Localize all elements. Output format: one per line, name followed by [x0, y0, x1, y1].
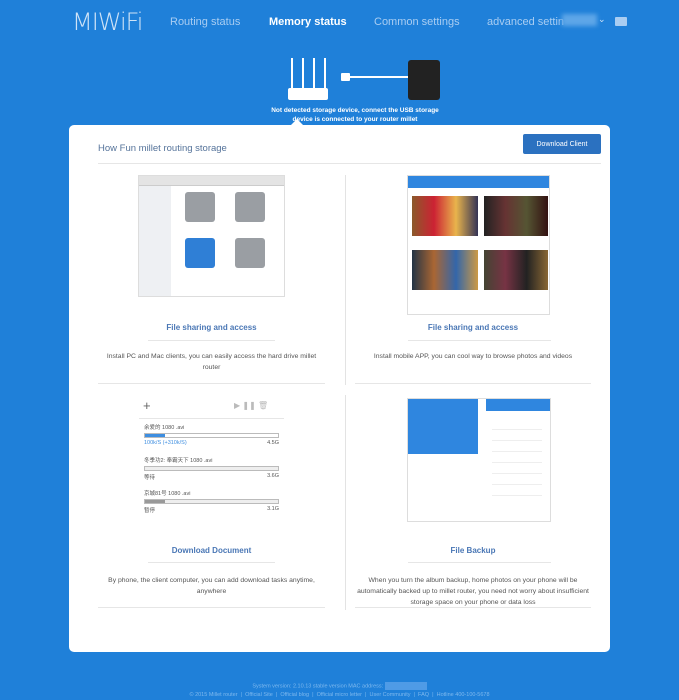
- nav-memory-status[interactable]: Memory status: [269, 16, 347, 28]
- divider: [148, 562, 275, 563]
- micro-letter-link[interactable]: Official micro letter: [317, 692, 362, 698]
- divider: [148, 340, 275, 341]
- nav-common-settings[interactable]: Common settings: [374, 16, 460, 28]
- official-blog-link[interactable]: Official blog: [280, 692, 309, 698]
- feature-desc: By phone, the client computer, you can a…: [108, 577, 315, 595]
- feature-title: File sharing and access: [166, 323, 257, 332]
- divider: [98, 163, 601, 164]
- divider: [345, 175, 346, 385]
- nav-advanced-settings[interactable]: advanced settin: [487, 16, 564, 28]
- feature-desc: When you turn the album backup, home pho…: [357, 577, 589, 606]
- mail-icon[interactable]: [615, 17, 627, 26]
- download-item: 冬季功2: 奉霸天下 1080 .avi 等待 3.6G: [144, 458, 279, 481]
- usb-cable: [341, 76, 411, 78]
- redacted-mac: [384, 682, 427, 690]
- download-item: 京城81号 1080 .avi 暂停 3.1G: [144, 491, 279, 514]
- backup-app-screenshot: [407, 398, 551, 522]
- system-version: System version: 2.10.13 stable version M…: [0, 682, 679, 690]
- divider: [408, 562, 551, 563]
- storage-card: How Fun millet routing storage Download …: [69, 125, 610, 652]
- divider: [408, 340, 551, 341]
- faq-link[interactable]: FAQ: [418, 692, 429, 698]
- official-site-link[interactable]: Official Site: [245, 692, 273, 698]
- footer-links: © 2015 Millet router | Official Site | O…: [189, 692, 490, 698]
- hotline: Hotline 400-100-5678: [436, 692, 490, 698]
- play-pause-delete-icons: ▶ ❚❚ 🗑: [234, 401, 269, 410]
- mobile-app-screenshot: [407, 175, 550, 315]
- redacted-username: [562, 14, 597, 26]
- feature-desc: Install PC and Mac clients, you can easi…: [106, 353, 317, 371]
- download-list-screenshot: + ▶ ❚❚ 🗑 余爱的 1080 .avi 100k/S (+310k/S) 4…: [139, 398, 284, 518]
- divider: [345, 395, 346, 610]
- chevron-down-icon[interactable]: ⌄: [598, 14, 606, 25]
- feature-title: File sharing and access: [427, 323, 519, 332]
- usb-plug-icon: [341, 73, 350, 81]
- nav-routing-status[interactable]: Routing status: [170, 16, 240, 28]
- miwifi-logo: MIWiFi: [72, 8, 143, 36]
- user-community-link[interactable]: User Community: [370, 692, 411, 698]
- divider: [98, 383, 325, 384]
- divider: [355, 383, 591, 384]
- copyright: © 2015 Millet router: [189, 692, 238, 698]
- feature-title: Download Document: [171, 546, 252, 555]
- router-illustration: [286, 58, 334, 102]
- feature-desc: Install mobile APP, you can cool way to …: [373, 353, 573, 360]
- divider: [355, 607, 591, 608]
- mac-finder-screenshot: [138, 175, 285, 297]
- download-client-button[interactable]: Download Client: [523, 134, 601, 154]
- usb-drive-icon: [408, 60, 440, 100]
- divider: [98, 607, 325, 608]
- download-item: 余爱的 1080 .avi 100k/S (+310k/S) 4.5G: [144, 425, 279, 446]
- feature-title: File Backup: [450, 546, 496, 555]
- card-title: How Fun millet routing storage: [98, 143, 227, 154]
